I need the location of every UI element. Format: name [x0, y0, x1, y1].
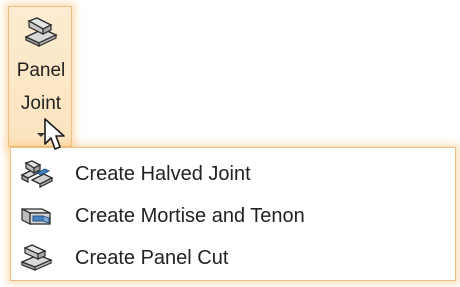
menu-item-label: Create Panel Cut: [75, 247, 229, 269]
panel-joint-label-line1: Panel: [16, 60, 66, 81]
menu-item-create-panel-cut[interactable]: Create Panel Cut: [11, 238, 455, 278]
halved-joint-icon: [20, 160, 54, 188]
mouse-pointer-icon: [44, 118, 65, 150]
mortise-tenon-icon: [21, 208, 51, 225]
menu-item-create-mortise-and-tenon[interactable]: Create Mortise and Tenon: [11, 196, 455, 236]
panel-joint-dropdown-menu: Create Halved Joint Create Mortise and T…: [10, 147, 456, 281]
panel-joint-label-line2: Joint: [20, 93, 62, 114]
screenshot-stage: Panel Joint Create Halved Joint Create M…: [0, 0, 460, 287]
panel-cut-icon: [20, 244, 53, 271]
panel-joint-icon: [24, 17, 58, 47]
menu-item-label: Create Halved Joint: [75, 163, 251, 185]
menu-item-create-halved-joint[interactable]: Create Halved Joint: [11, 154, 455, 194]
menu-item-label: Create Mortise and Tenon: [75, 205, 305, 227]
